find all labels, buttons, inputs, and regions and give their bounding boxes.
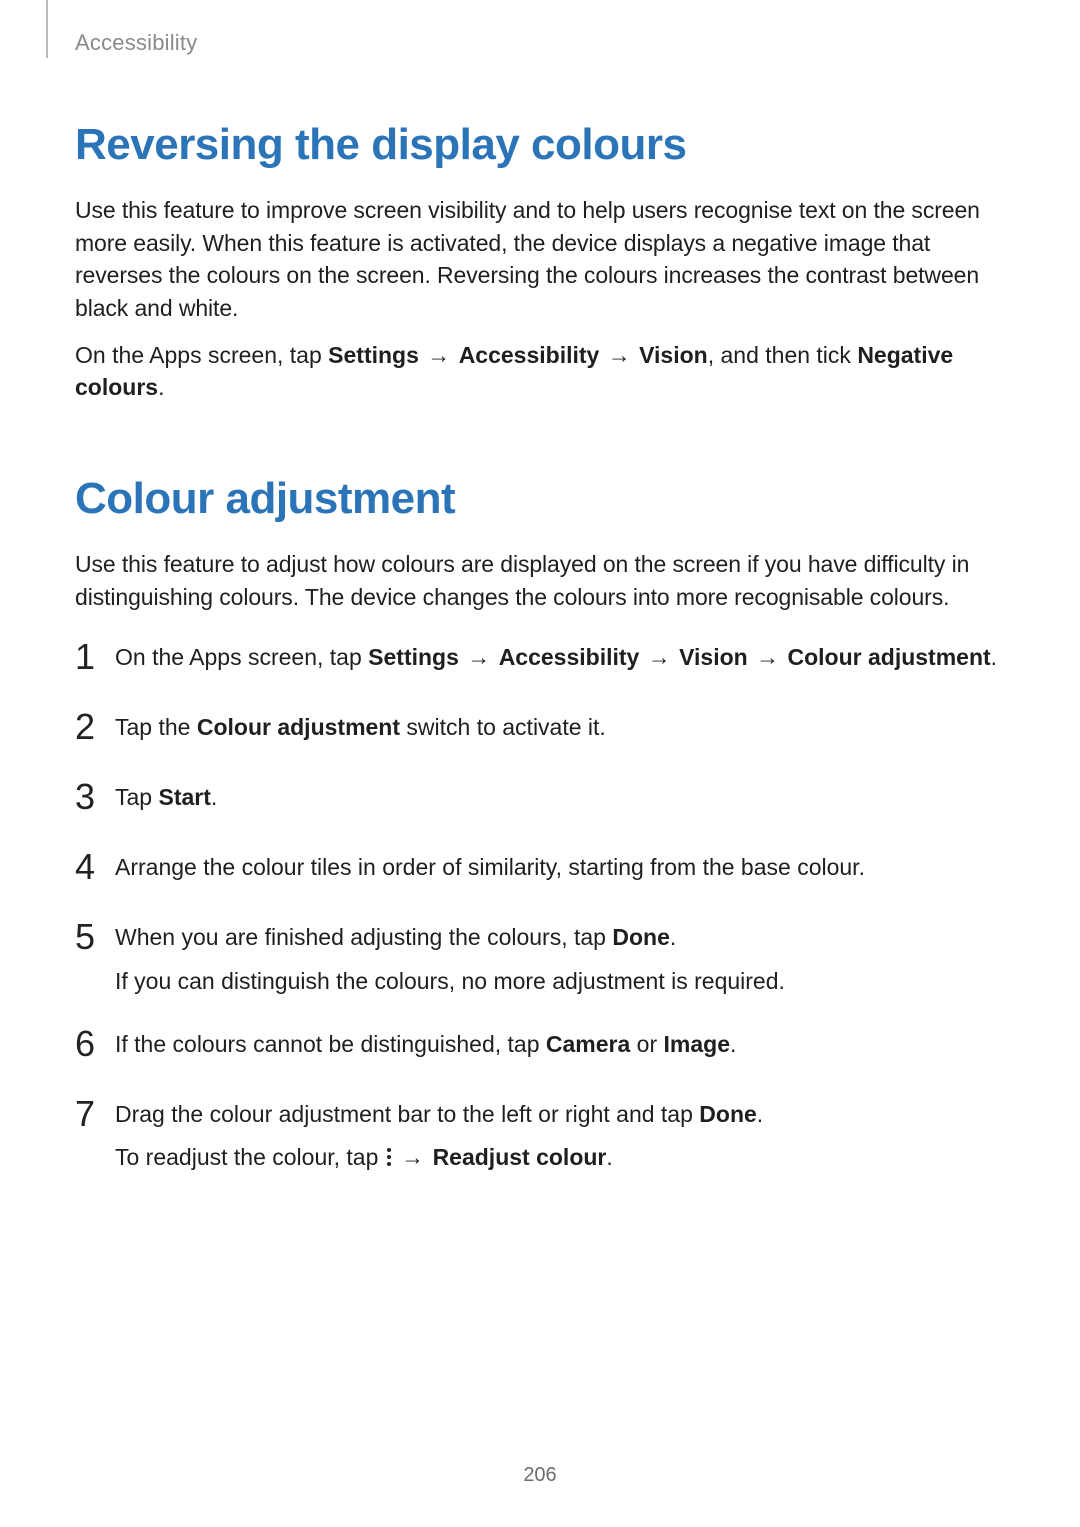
step-1: On the Apps screen, tap Settings → Acces… (75, 641, 1005, 681)
header-section-label: Accessibility (75, 30, 197, 56)
text: . (757, 1101, 763, 1127)
arrow-icon: → (425, 339, 452, 372)
paragraph-reversing-path: On the Apps screen, tap Settings → Acces… (75, 339, 1005, 404)
bold-start: Start (158, 784, 210, 810)
text: When you are finished adjusting the colo… (115, 924, 612, 950)
text: . (158, 374, 164, 400)
text: Tap the (115, 714, 197, 740)
text: Tap (115, 784, 158, 810)
text: or (630, 1031, 663, 1057)
text: . (670, 924, 676, 950)
bold-readjust-colour: Readjust colour (433, 1144, 607, 1170)
heading-reversing-colours: Reversing the display colours (75, 120, 1005, 170)
text: On the Apps screen, tap (75, 342, 328, 368)
content: Reversing the display colours Use this f… (75, 30, 1005, 1175)
nav-settings: Settings (368, 644, 459, 670)
nav-accessibility: Accessibility (499, 644, 640, 670)
header-rule (46, 0, 48, 58)
paragraph-reversing-intro: Use this feature to improve screen visib… (75, 194, 1005, 325)
step-7: Drag the colour adjustment bar to the le… (75, 1098, 1005, 1175)
text: . (730, 1031, 736, 1057)
step-5-sub: If you can distinguish the colours, no m… (115, 965, 1005, 998)
text: On the Apps screen, tap (115, 644, 368, 670)
text: . (991, 644, 997, 670)
text: , and then tick (708, 342, 858, 368)
step-2: Tap the Colour adjustment switch to acti… (75, 711, 1005, 751)
nav-colour-adjustment: Colour adjustment (788, 644, 991, 670)
bold-image: Image (664, 1031, 730, 1057)
text: . (211, 784, 217, 810)
step-4: Arrange the colour tiles in order of sim… (75, 851, 1005, 891)
text: If the colours cannot be distinguished, … (115, 1031, 546, 1057)
step-7-sub: To readjust the colour, tap → Readjust c… (115, 1141, 1005, 1174)
nav-accessibility: Accessibility (459, 342, 600, 368)
nav-vision: Vision (679, 644, 748, 670)
bold-done: Done (612, 924, 670, 950)
arrow-icon: → (646, 641, 673, 674)
nav-vision: Vision (639, 342, 708, 368)
text: Drag the colour adjustment bar to the le… (115, 1101, 699, 1127)
more-options-icon (385, 1147, 393, 1167)
paragraph-colour-intro: Use this feature to adjust how colours a… (75, 548, 1005, 613)
heading-colour-adjustment: Colour adjustment (75, 474, 1005, 524)
arrow-icon: → (754, 641, 781, 674)
text: switch to activate it. (400, 714, 606, 740)
page: Accessibility Reversing the display colo… (0, 0, 1080, 1527)
text: To readjust the colour, tap (115, 1144, 385, 1170)
bold-camera: Camera (546, 1031, 630, 1057)
bold-done: Done (699, 1101, 757, 1127)
arrow-icon: → (465, 641, 492, 674)
arrow-icon: → (399, 1141, 426, 1174)
step-5: When you are finished adjusting the colo… (75, 921, 1005, 998)
text: . (606, 1144, 612, 1170)
page-number: 206 (0, 1464, 1080, 1487)
nav-settings: Settings (328, 342, 419, 368)
steps-list: On the Apps screen, tap Settings → Acces… (75, 641, 1005, 1174)
step-6: If the colours cannot be distinguished, … (75, 1028, 1005, 1068)
text: Arrange the colour tiles in order of sim… (115, 854, 865, 880)
bold-colour-adjustment: Colour adjustment (197, 714, 400, 740)
step-3: Tap Start. (75, 781, 1005, 821)
arrow-icon: → (606, 339, 633, 372)
